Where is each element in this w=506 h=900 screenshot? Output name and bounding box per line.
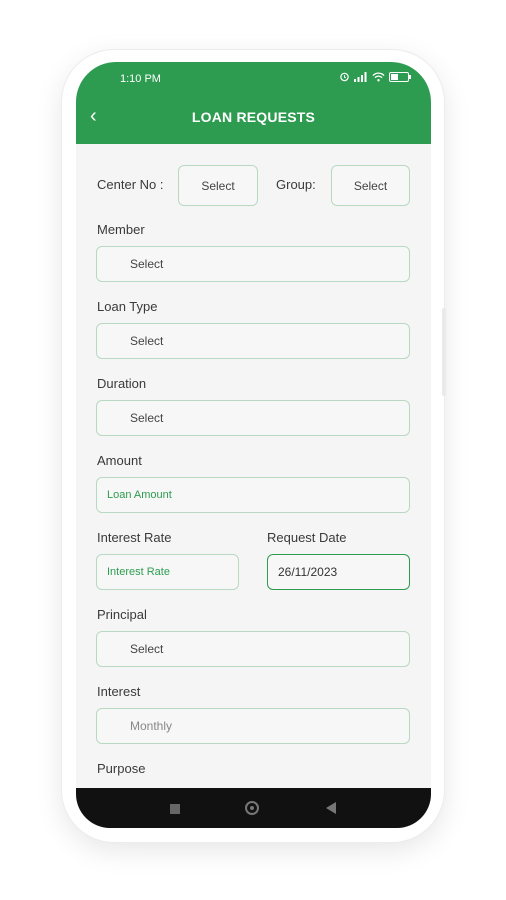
principal-select[interactable]: Select <box>96 631 410 667</box>
loan-type-label: Loan Type <box>97 299 158 314</box>
loan-type-select[interactable]: Select <box>96 323 410 359</box>
app-screen: 1:10 PM ‹ LOAN REQUESTS Center No : Sele… <box>76 62 431 828</box>
recent-apps-icon[interactable] <box>170 804 180 814</box>
request-date-field[interactable]: 26/11/2023 <box>267 554 410 590</box>
battery-icon <box>389 71 411 82</box>
amount-input[interactable]: Loan Amount <box>96 477 410 513</box>
status-icons <box>339 71 411 82</box>
group-label: Group: <box>276 177 316 192</box>
status-time: 1:10 PM <box>120 73 161 85</box>
member-label: Member <box>97 222 145 237</box>
page-title: LOAN REQUESTS <box>191 109 316 125</box>
group-select[interactable]: Select <box>331 165 410 206</box>
wifi-icon <box>372 71 385 81</box>
interest-rate-label: Interest Rate <box>97 530 172 545</box>
interest-label: Interest <box>97 684 141 699</box>
home-icon[interactable] <box>245 801 259 815</box>
status-bar: 1:10 PM <box>76 62 431 96</box>
alarm-icon <box>340 72 349 82</box>
system-nav-bar <box>76 788 431 828</box>
purpose-label: Purpose <box>97 761 146 776</box>
interest-select[interactable]: Monthly <box>96 708 410 744</box>
request-date-label: Request Date <box>267 530 347 545</box>
duration-label: Duration <box>97 376 147 391</box>
duration-select[interactable]: Select <box>96 400 410 436</box>
center-no-label: Center No : <box>97 177 164 192</box>
amount-label: Amount <box>97 453 142 468</box>
center-no-select[interactable]: Select <box>178 165 258 206</box>
signal-icon <box>354 71 367 82</box>
interest-rate-input[interactable]: Interest Rate <box>96 554 239 590</box>
principal-label: Principal <box>97 607 147 622</box>
app-header: 1:10 PM ‹ LOAN REQUESTS <box>76 62 431 144</box>
member-select[interactable]: Select <box>96 246 410 282</box>
back-icon[interactable] <box>326 802 336 814</box>
phone-side-button <box>442 308 446 396</box>
